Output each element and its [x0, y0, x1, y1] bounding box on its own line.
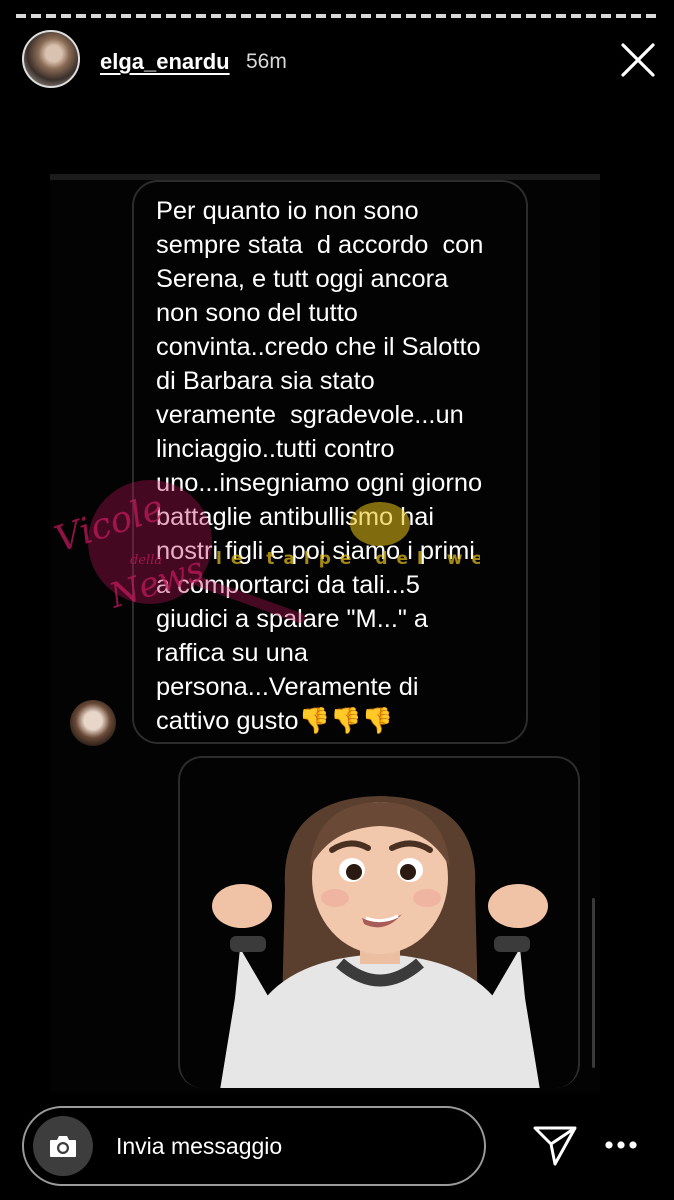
- message-text: Per quanto io non sono sempre stata d ac…: [156, 197, 484, 735]
- username-link[interactable]: elga_enardu: [100, 49, 230, 75]
- reply-composer[interactable]: Invia messaggio: [22, 1106, 486, 1186]
- scrollbar: [592, 898, 595, 1068]
- paper-plane-icon: [533, 1126, 577, 1166]
- profile-avatar[interactable]: [22, 30, 80, 88]
- message-input[interactable]: Invia messaggio: [116, 1108, 282, 1184]
- story-timestamp: 56m: [246, 50, 287, 73]
- close-button[interactable]: [618, 40, 658, 80]
- camera-button[interactable]: [33, 1116, 93, 1176]
- memoji-shrug-image: [212, 796, 548, 1088]
- more-dots-icon: [605, 1141, 637, 1149]
- more-options-button[interactable]: [604, 1132, 638, 1158]
- story-progress-bar: [16, 14, 658, 18]
- story-header: elga_enardu 56m: [22, 30, 658, 92]
- camera-icon: [50, 1136, 76, 1157]
- close-icon: [621, 43, 655, 77]
- message-bubble: Per quanto io non sono sempre stata d ac…: [132, 180, 528, 744]
- send-button[interactable]: [532, 1124, 578, 1166]
- memoji-sticker: [178, 756, 580, 1088]
- sender-avatar: [70, 700, 116, 746]
